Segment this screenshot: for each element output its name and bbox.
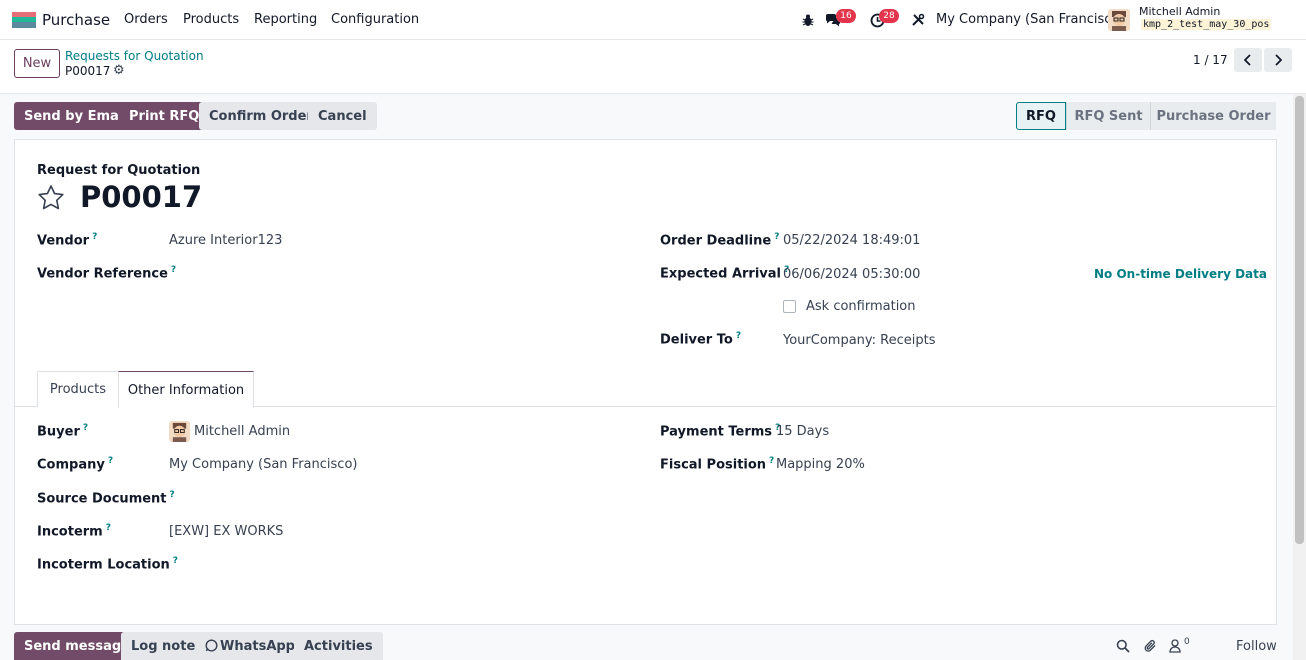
buyer-field[interactable]: Mitchell Admin <box>194 424 290 439</box>
expected-arrival-label: Expected Arrival? <box>660 265 790 282</box>
pager-value[interactable]: 1 / 17 <box>1193 53 1228 67</box>
log-note-button[interactable]: Log note <box>121 632 206 660</box>
pager-next-button[interactable] <box>1264 48 1292 72</box>
pager-previous-button[interactable] <box>1234 48 1262 72</box>
breadcrumb-parent[interactable]: Requests for Quotation <box>65 49 204 63</box>
order-deadline-field[interactable]: 05/22/2024 18:49:01 <box>783 233 920 248</box>
favorite-star-icon[interactable] <box>37 184 65 216</box>
payment-terms-label: Payment Terms? <box>660 423 781 440</box>
tab-products[interactable]: Products <box>37 371 119 407</box>
vendor-label: Vendor? <box>37 232 98 249</box>
status-bar: RFQ RFQ Sent Purchase Order <box>1016 102 1276 130</box>
search-icon[interactable] <box>1116 639 1130 657</box>
incoterm-location-label: Incoterm Location? <box>37 556 179 573</box>
form-type-label: Request for Quotation <box>37 163 201 178</box>
top-navbar: Purchase Orders Products Reporting Confi… <box>0 0 1306 40</box>
activities-button[interactable]: Activities <box>294 632 383 660</box>
follow-button[interactable]: Follow <box>1236 639 1277 654</box>
user-name[interactable]: Mitchell Admin <box>1139 5 1220 18</box>
debug-bug-icon[interactable] <box>799 11 817 29</box>
app-name[interactable]: Purchase <box>42 11 110 29</box>
payment-terms-field[interactable]: 15 Days <box>776 424 829 439</box>
company-label: Company? <box>37 456 114 473</box>
source-document-label: Source Document? <box>37 490 175 507</box>
whatsapp-icon <box>205 639 218 652</box>
menu-orders[interactable]: Orders <box>124 12 168 27</box>
tab-other-information[interactable]: Other Information <box>118 371 254 408</box>
chat-counter-badge: 16 <box>836 9 856 23</box>
menu-configuration[interactable]: Configuration <box>331 12 419 27</box>
cancel-button[interactable]: Cancel <box>308 102 377 130</box>
ask-confirmation-label[interactable]: Ask confirmation <box>806 299 916 314</box>
company-field[interactable]: My Company (San Francisco) <box>169 457 357 472</box>
breadcrumb-current: P00017 <box>65 64 111 78</box>
status-rfq-sent[interactable]: RFQ Sent <box>1066 102 1150 130</box>
vendor-reference-label: Vendor Reference? <box>37 265 177 282</box>
control-panel: New Requests for Quotation P00017 ⚙ 1 / … <box>0 40 1306 94</box>
company-switcher[interactable]: My Company (San Francisco) <box>936 12 1124 27</box>
gear-icon[interactable]: ⚙ <box>113 63 125 78</box>
incoterm-field[interactable]: [EXW] EX WORKS <box>169 524 283 539</box>
chevron-left-icon <box>1244 54 1251 66</box>
status-rfq[interactable]: RFQ <box>1016 102 1066 130</box>
ask-confirmation-checkbox[interactable] <box>783 300 796 313</box>
tools-icon[interactable] <box>909 11 927 29</box>
print-rfq-button[interactable]: Print RFQ <box>119 102 210 130</box>
vertical-scrollbar[interactable] <box>1293 94 1306 660</box>
deliver-to-label: Deliver To? <box>660 331 742 348</box>
record-name: P00017 <box>80 180 203 214</box>
attachment-paperclip-icon[interactable] <box>1143 639 1157 657</box>
order-deadline-label: Order Deadline? <box>660 232 780 249</box>
deliver-to-field[interactable]: YourCompany: Receipts <box>783 333 936 348</box>
new-button[interactable]: New <box>14 49 60 78</box>
followers-icon[interactable] <box>1169 639 1181 657</box>
followers-count: 0 <box>1184 637 1190 647</box>
vendor-field[interactable]: Azure Interior123 <box>169 233 282 248</box>
form-sheet: Request for Quotation P00017 Vendor? Azu… <box>14 139 1277 625</box>
chevron-right-icon <box>1275 54 1282 66</box>
database-name: kmp_2_test_may_30_pos <box>1141 19 1272 30</box>
expected-arrival-field[interactable]: 06/06/2024 05:30:00 <box>783 267 920 282</box>
apps-menu-icon[interactable] <box>12 12 36 28</box>
activity-counter-badge: 28 <box>879 9 899 23</box>
buyer-avatar <box>169 421 190 442</box>
fiscal-position-field[interactable]: Mapping 20% <box>776 457 865 472</box>
whatsapp-button[interactable]: WhatsApp <box>196 632 305 660</box>
confirm-order-button[interactable]: Confirm Order <box>199 102 323 130</box>
on-time-delivery-button[interactable]: No On-time Delivery Data <box>1094 267 1267 281</box>
user-avatar[interactable] <box>1108 9 1130 31</box>
buyer-label: Buyer? <box>37 423 89 440</box>
menu-products[interactable]: Products <box>183 12 239 27</box>
menu-reporting[interactable]: Reporting <box>254 12 317 27</box>
status-purchase-order[interactable]: Purchase Order <box>1150 102 1276 130</box>
fiscal-position-label: Fiscal Position? <box>660 456 775 473</box>
incoterm-label: Incoterm? <box>37 523 111 540</box>
